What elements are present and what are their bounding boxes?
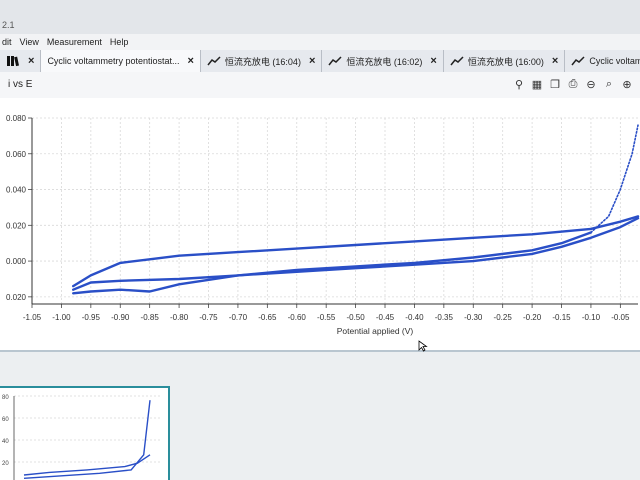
tab-label: 恒流充放电 (16:02) bbox=[346, 56, 423, 67]
tab-cyclic-voltammetry[interactable]: Cyclic voltammetry potentiostat... × bbox=[41, 50, 201, 72]
tab-charge-discharge-1604[interactable]: 恒流充放电 (16:04) × bbox=[200, 50, 323, 72]
tab-close-icon[interactable]: × bbox=[552, 55, 558, 67]
x-axis-label: Potential applied (V) bbox=[337, 326, 414, 336]
menu-item-edit[interactable]: dit bbox=[2, 37, 12, 47]
x-tick-label: -0.30 bbox=[464, 313, 483, 322]
x-tick-label: -0.10 bbox=[582, 313, 601, 322]
tab-label: Cyclic voltammetry pote bbox=[589, 56, 640, 66]
x-tick-label: -0.50 bbox=[346, 313, 365, 322]
chart-icon bbox=[207, 56, 221, 66]
y-tick-label: 0.040 bbox=[6, 186, 27, 195]
tab-label: 恒流充放电 (16:00) bbox=[467, 56, 544, 67]
cv-chart[interactable]: -1.05 -1.00 -0.95 -0.90 -0.85 -0.80 -0.75 -0.70… bbox=[0, 98, 640, 350]
x-tick-label: -0.60 bbox=[288, 313, 307, 322]
chart-icon bbox=[328, 56, 342, 66]
copy-icon[interactable]: ❐ bbox=[548, 77, 562, 91]
menu-item-view[interactable]: View bbox=[20, 37, 39, 47]
tab-close-icon[interactable]: × bbox=[430, 55, 436, 67]
x-tick-label: -0.80 bbox=[170, 313, 189, 322]
thumb-series-2 bbox=[23, 400, 151, 479]
x-tick-label: -0.55 bbox=[317, 313, 336, 322]
x-tick-label: -0.95 bbox=[82, 313, 101, 322]
y-tick-label: 0.080 bbox=[6, 114, 27, 123]
chart-icon bbox=[571, 56, 585, 66]
tab-close-icon[interactable]: × bbox=[28, 55, 34, 67]
plot-panel: -1.05 -1.00 -0.95 -0.90 -0.85 -0.80 -0.75 -0.70… bbox=[0, 98, 640, 352]
tab-label: Cyclic voltammetry potentiostat... bbox=[47, 56, 180, 66]
plot-title: i vs E bbox=[8, 79, 33, 90]
cv-series-4 bbox=[590, 124, 639, 234]
y-tick-label: 0.000 bbox=[6, 257, 27, 266]
tab-charge-discharge-1602[interactable]: 恒流充放电 (16:02) × bbox=[322, 50, 444, 72]
thumbnail-chart: 80 60 40 20 bbox=[2, 395, 160, 480]
y-tick-label: 0.060 bbox=[6, 150, 27, 159]
x-tick-label: -0.35 bbox=[435, 313, 454, 322]
mouse-cursor-icon bbox=[418, 340, 428, 352]
tab-bar: × Cyclic voltammetry potentiostat... × 恒… bbox=[0, 50, 640, 73]
thumb-y-tick-label: 20 bbox=[2, 461, 9, 467]
plot-tools: ⚲ ▦ ❐ ⎙ ⊖ ⌕ ⊕ bbox=[512, 77, 634, 91]
print-icon[interactable]: ⎙ bbox=[566, 77, 580, 91]
x-tick-label: -0.65 bbox=[258, 313, 277, 322]
x-tick-label: -0.15 bbox=[552, 313, 571, 322]
zoom-out-icon[interactable]: ⊖ bbox=[584, 77, 598, 91]
y-tick-label: 0.020 bbox=[6, 221, 27, 230]
cv-series-3 bbox=[71, 231, 593, 295]
table-icon[interactable]: ▦ bbox=[530, 77, 544, 91]
chart-icon bbox=[450, 56, 464, 66]
x-tick-label: -1.05 bbox=[23, 313, 42, 322]
tab-close-icon[interactable]: × bbox=[309, 55, 315, 67]
menu-bar: dit View Measurement Help bbox=[0, 34, 640, 51]
thumb-y-tick-label: 40 bbox=[2, 439, 9, 445]
title-bar: 2.1 bbox=[0, 0, 640, 35]
tab-cyclic-voltammetry-2[interactable]: Cyclic voltammetry pote bbox=[565, 50, 640, 72]
x-tick-label: -1.00 bbox=[52, 313, 71, 322]
zoom-in-icon[interactable]: ⊕ bbox=[620, 77, 634, 91]
thumbnail-plot[interactable]: 80 60 40 20 bbox=[0, 386, 170, 480]
y-tick-label: 0.020 bbox=[6, 293, 27, 302]
books-icon bbox=[7, 56, 19, 67]
thumb-y-tick-label: 80 bbox=[2, 395, 9, 401]
menu-item-help[interactable]: Help bbox=[110, 37, 129, 47]
thumb-series-1 bbox=[23, 454, 151, 476]
x-tick-label: -0.85 bbox=[141, 313, 160, 322]
x-tick-label: -0.75 bbox=[199, 313, 218, 322]
x-tick-label: -0.90 bbox=[111, 313, 130, 322]
zoom-icon[interactable]: ⌕ bbox=[602, 77, 616, 91]
microscope-icon[interactable]: ⚲ bbox=[512, 77, 526, 91]
x-tick-label: -0.20 bbox=[523, 313, 542, 322]
tab-label: 恒流充放电 (16:04) bbox=[224, 56, 301, 67]
tab-library[interactable]: × bbox=[0, 50, 42, 72]
x-tick-label: -0.70 bbox=[229, 313, 248, 322]
menu-item-measurement[interactable]: Measurement bbox=[47, 37, 102, 47]
lower-panel: 80 60 40 20 bbox=[0, 352, 640, 480]
x-tick-label: -0.25 bbox=[494, 313, 513, 322]
tab-charge-discharge-1600[interactable]: 恒流充放电 (16:00) × bbox=[443, 50, 566, 72]
screen: 2.1 dit View Measurement Help × Cyclic v… bbox=[0, 0, 640, 480]
thumb-y-tick-label: 60 bbox=[2, 417, 9, 423]
tab-close-icon[interactable]: × bbox=[187, 55, 193, 67]
x-tick-label: -0.45 bbox=[376, 313, 395, 322]
plot-toolbar: i vs E ⚲ ▦ ❐ ⎙ ⊖ ⌕ ⊕ bbox=[0, 72, 640, 99]
x-tick-label: -0.40 bbox=[405, 313, 424, 322]
x-tick-label: -0.05 bbox=[611, 313, 630, 322]
window-title: 2.1 bbox=[2, 20, 15, 30]
